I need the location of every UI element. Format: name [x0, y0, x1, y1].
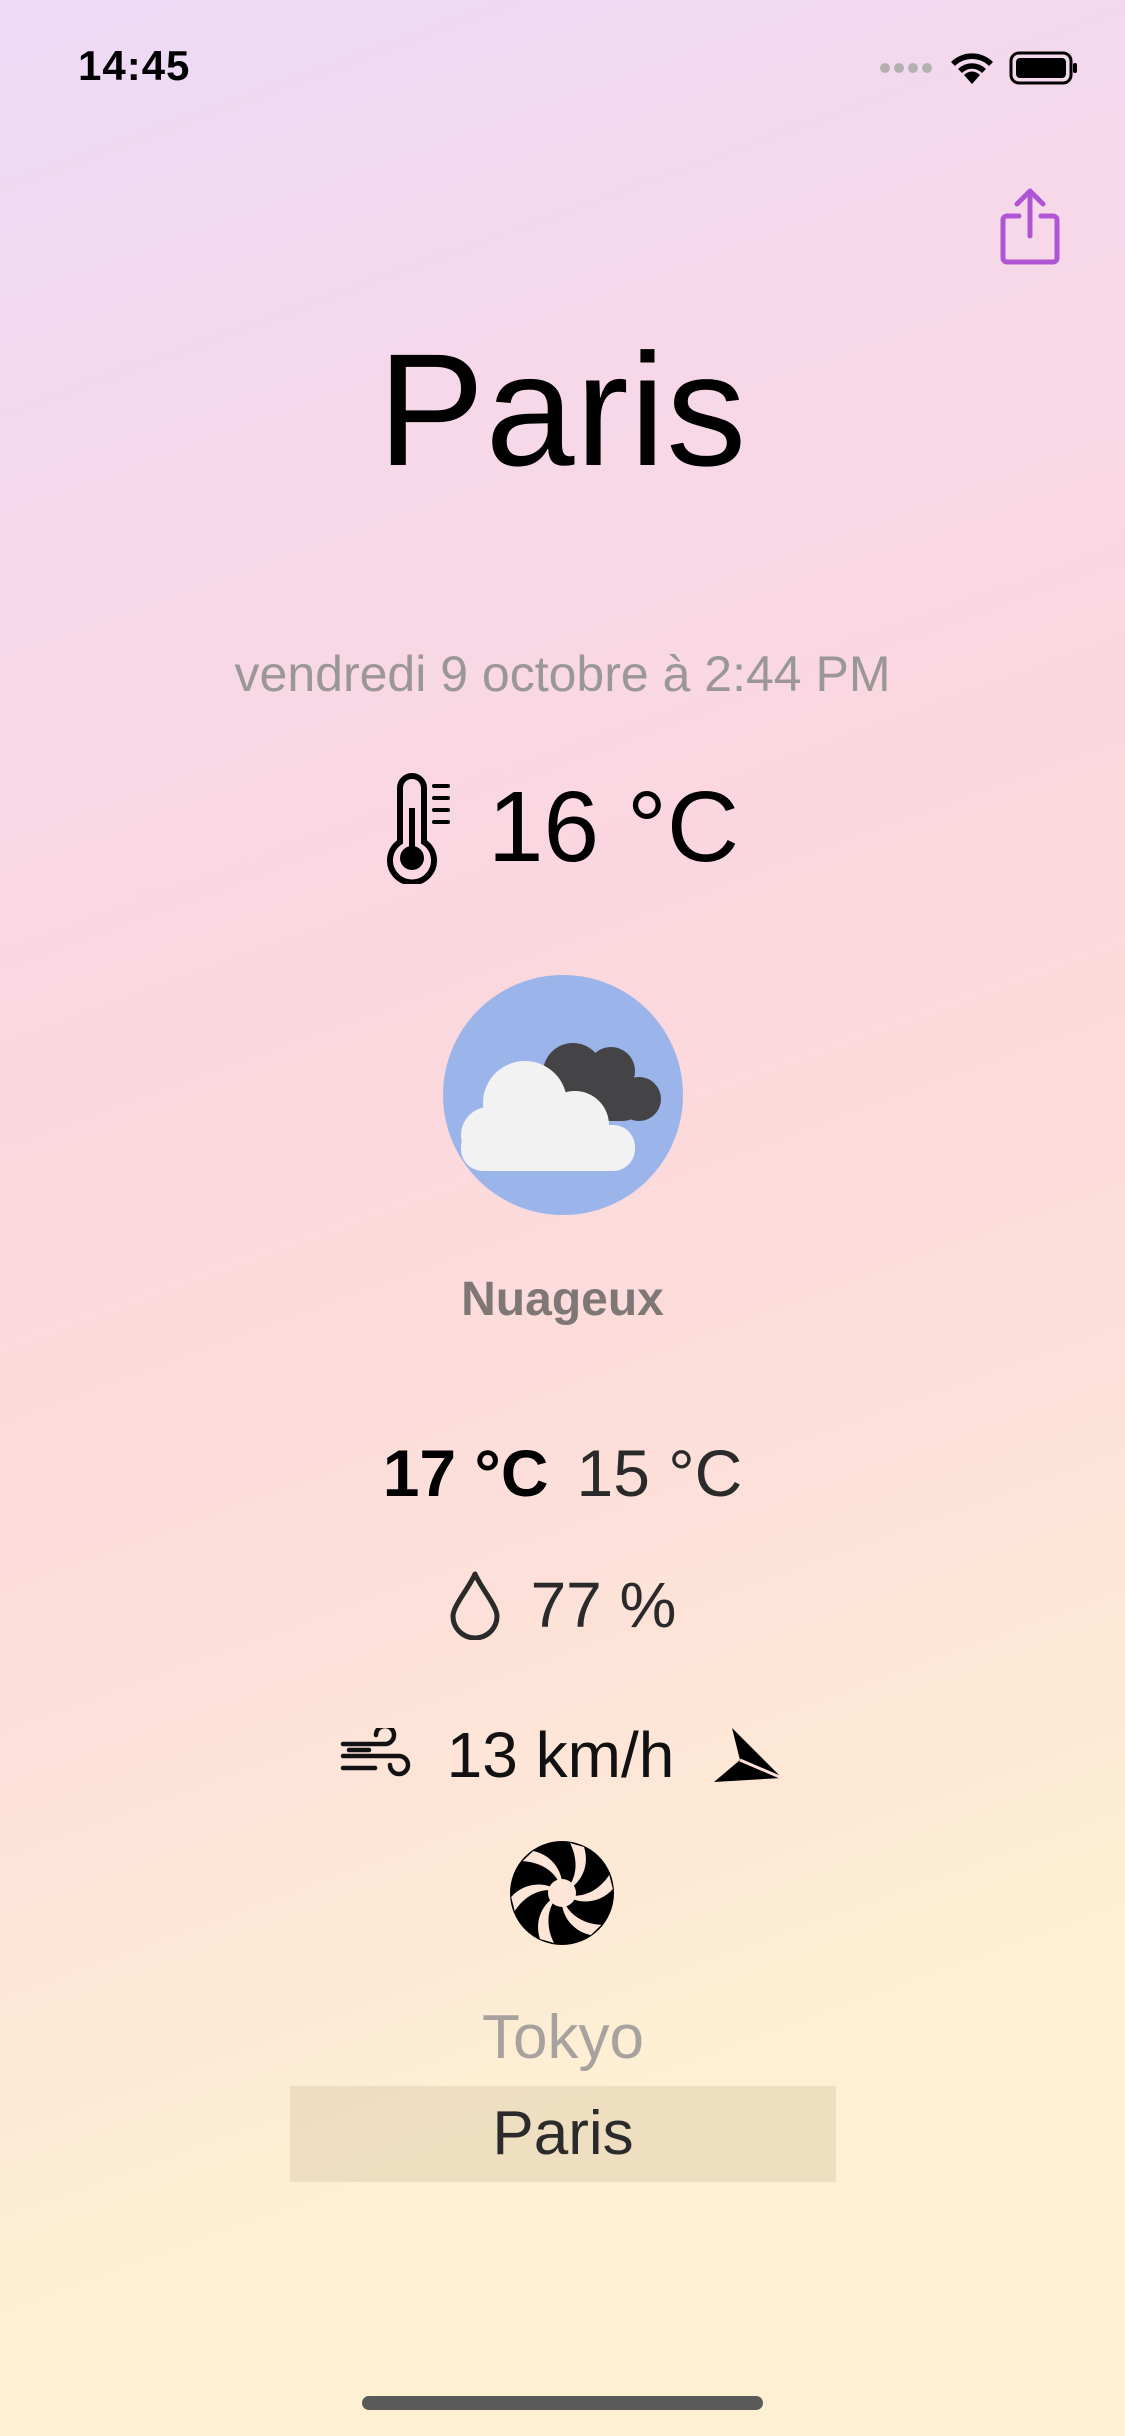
share-icon	[1000, 188, 1060, 265]
share-button[interactable]	[995, 186, 1065, 266]
temperature-range: 17 °C 15 °C	[0, 1435, 1125, 1511]
battery-icon	[1009, 51, 1077, 85]
paper-plane-icon	[714, 1728, 783, 1782]
temperature-value: 16 °C	[487, 771, 740, 883]
drop-icon	[450, 1571, 500, 1640]
picker-option-tokyo[interactable]: Tokyo	[290, 1990, 836, 2086]
home-indicator[interactable]	[362, 2396, 763, 2410]
wind-icon	[340, 1728, 410, 1777]
wind-speed: 13 km/h	[446, 1719, 675, 1791]
fan-indicator	[507, 1838, 617, 1948]
temperature-min: 15 °C	[576, 1436, 743, 1510]
fan-icon	[510, 1841, 614, 1945]
condition-label: Nuageux	[461, 1273, 664, 1326]
wifi-icon	[951, 53, 993, 84]
humidity-row: 77 %	[0, 1568, 1125, 1642]
cloudy-icon	[443, 975, 683, 1215]
temperature-max: 17 °C	[382, 1436, 549, 1510]
humidity-value: 77 %	[530, 1569, 677, 1641]
city-title: Paris	[377, 320, 748, 499]
status-time: 14:45	[78, 42, 191, 89]
picker-option-paris-selected[interactable]: Paris	[290, 2086, 836, 2182]
weather-condition-icon	[443, 975, 683, 1215]
city-picker[interactable]: Tokyo Paris	[290, 1990, 836, 2182]
date-label: vendredi 9 octobre à 2:44 PM	[234, 646, 891, 702]
temperature-row: 16 °C	[0, 770, 1125, 885]
cellular-dots-icon	[880, 63, 932, 73]
thermometer-icon	[386, 772, 450, 884]
wind-row: 13 km/h	[0, 1718, 1125, 1792]
status-icons	[879, 50, 1079, 86]
